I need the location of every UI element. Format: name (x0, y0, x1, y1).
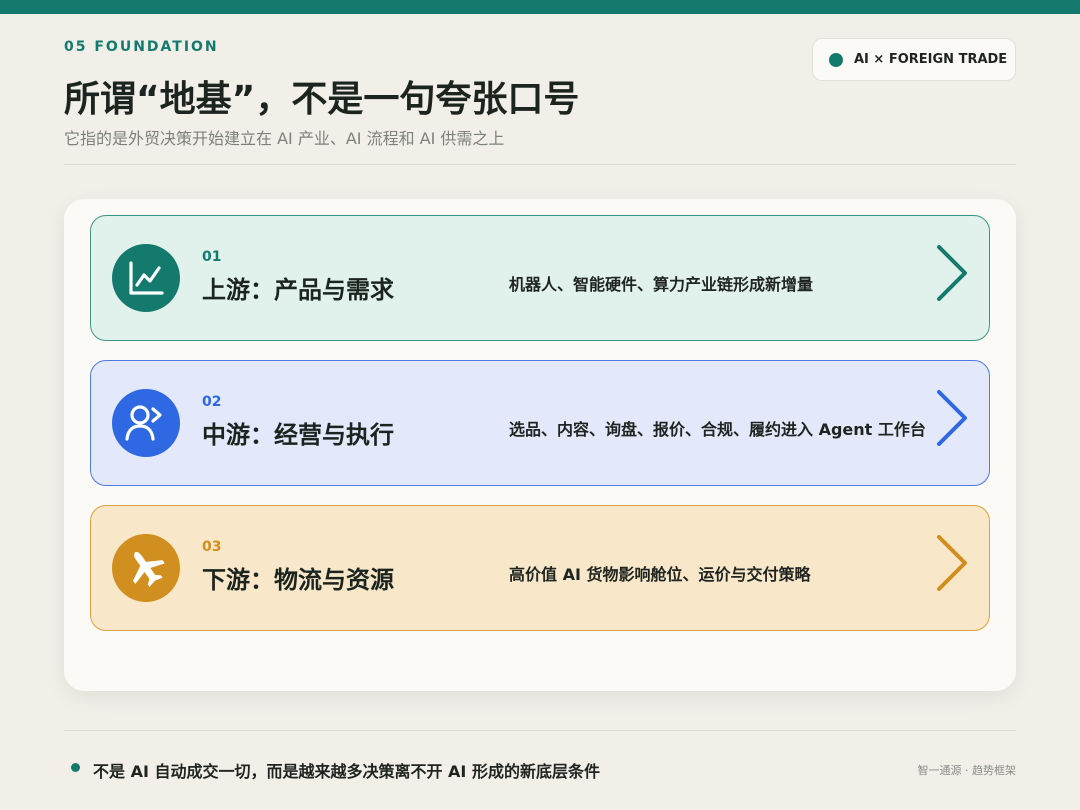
footer-divider (64, 730, 1016, 731)
layer-description: 机器人、智能硬件、算力产业链形成新增量 (509, 275, 814, 294)
section-eyebrow: 05 FOUNDATION (64, 39, 219, 55)
layer-card-midstream[interactable]: 02 中游：经营与执行 选品、内容、询盘、报价、合规、履约进入 Agent 工作… (90, 360, 990, 486)
airplane-icon (112, 534, 180, 602)
user-agent-icon (112, 389, 180, 457)
chevron-right-icon (937, 245, 967, 301)
footer-note: 不是 AI 自动成交一切，而是越来越多决策离不开 AI 形成的新底层条件 (93, 762, 600, 781)
topic-tag: AI × FOREIGN TRADE (812, 38, 1016, 81)
layer-number: 03 (202, 539, 222, 555)
page-subtitle: 它指的是外贸决策开始建立在 AI 产业、AI 流程和 AI 供需之上 (64, 129, 505, 148)
layer-description: 选品、内容、询盘、报价、合规、履约进入 Agent 工作台 (509, 420, 926, 439)
layer-title: 中游：经营与执行 (202, 421, 394, 449)
layer-title: 上游：产品与需求 (202, 276, 394, 304)
tag-label: AI × FOREIGN TRADE (854, 52, 1008, 67)
trend-chart-icon (112, 244, 180, 312)
header-divider (64, 164, 1016, 165)
bullet-dot-icon (71, 763, 80, 772)
layer-card-downstream[interactable]: 03 下游：物流与资源 高价值 AI 货物影响舱位、运价与交付策略 (90, 505, 990, 631)
layer-title: 下游：物流与资源 (202, 566, 394, 594)
footer-brand: 智一通源 · 趋势框架 (917, 764, 1017, 777)
layers-panel: 01 上游：产品与需求 机器人、智能硬件、算力产业链形成新增量 02 中游：经营… (64, 199, 1016, 691)
chevron-right-icon (937, 535, 967, 591)
tag-dot-icon (829, 52, 843, 67)
page-title: 所谓“地基”，不是一句夸张口号 (64, 79, 580, 120)
chevron-right-icon (937, 390, 967, 446)
layer-number: 02 (202, 394, 222, 410)
layer-number: 01 (202, 249, 222, 265)
layer-description: 高价值 AI 货物影响舱位、运价与交付策略 (509, 565, 811, 584)
top-accent-bar (0, 0, 1080, 14)
layer-card-upstream[interactable]: 01 上游：产品与需求 机器人、智能硬件、算力产业链形成新增量 (90, 215, 990, 341)
